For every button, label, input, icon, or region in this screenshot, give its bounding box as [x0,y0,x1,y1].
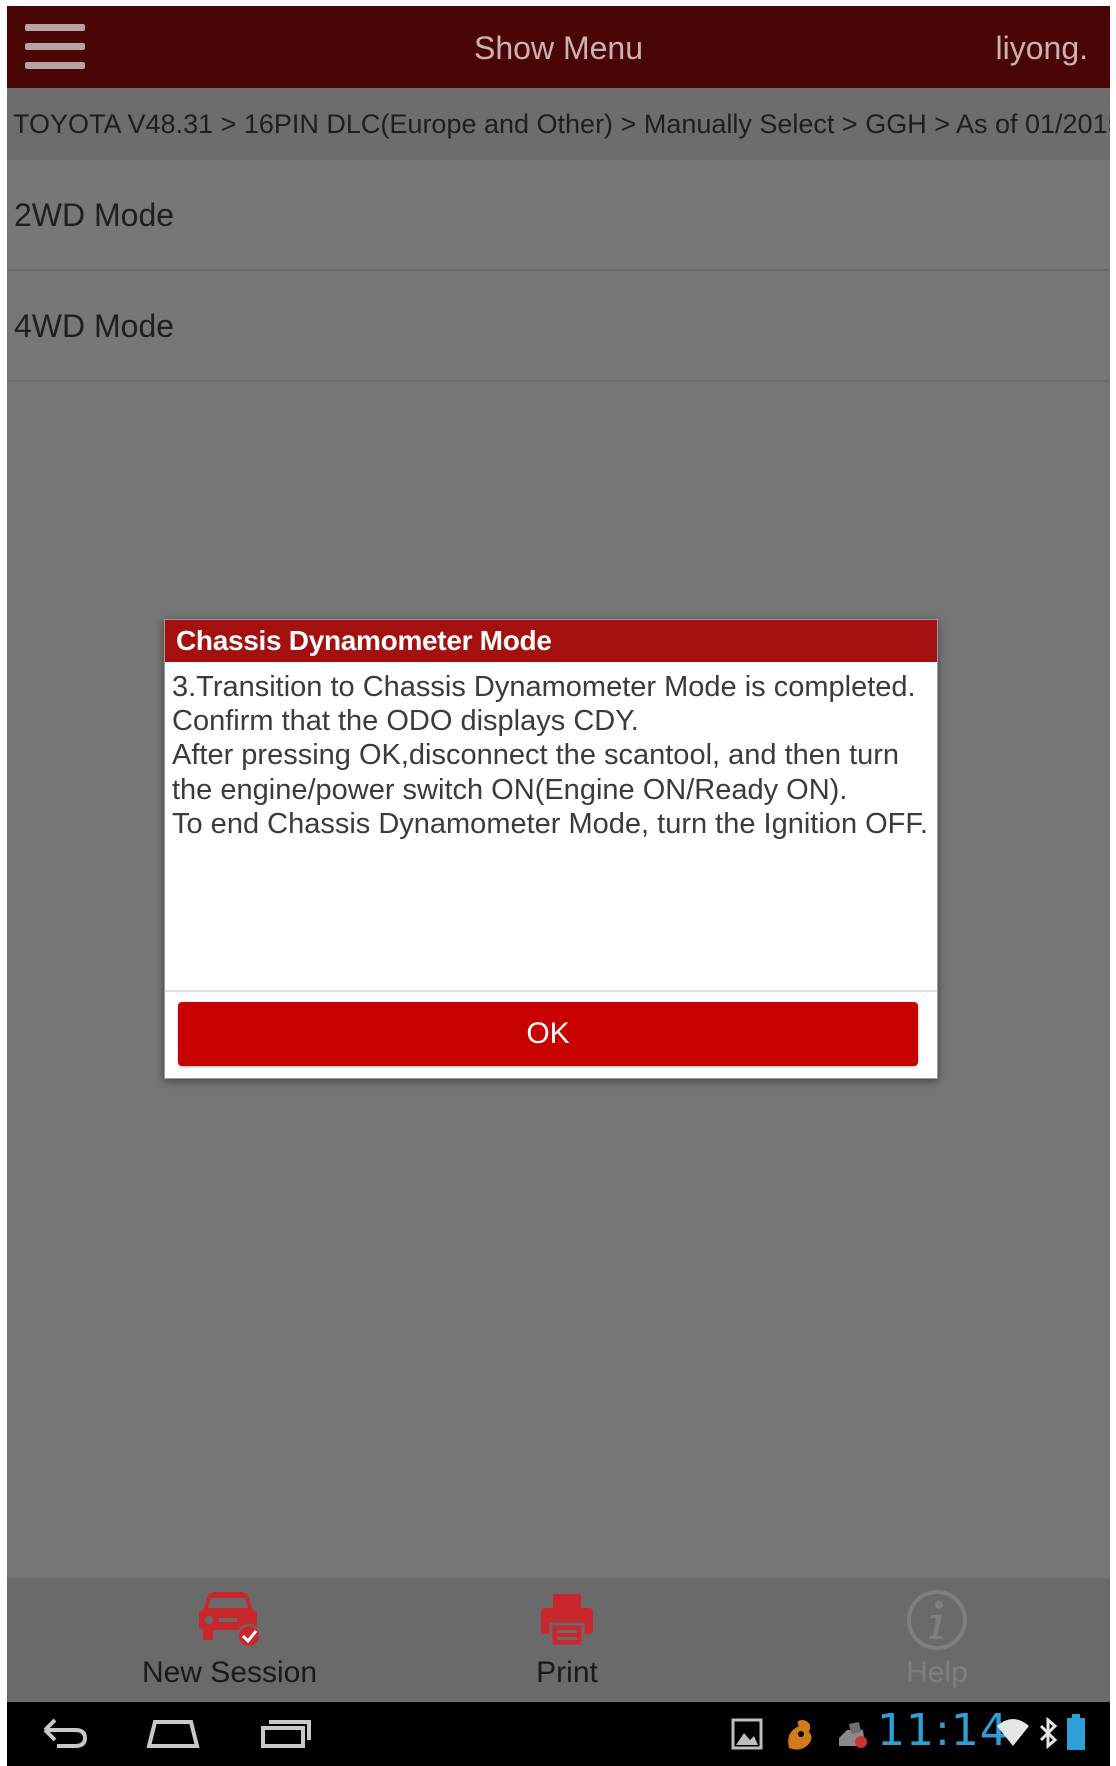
chassis-dynamometer-dialog: Chassis Dynamometer Mode 3.Transition to… [164,619,938,1079]
help-label: Help [906,1656,968,1689]
squirrel-app-icon [783,1718,817,1757]
car-icon [198,1592,261,1648]
print-label: Print [536,1656,598,1689]
info-icon [907,1590,967,1650]
dialog-message: 3.Transition to Chassis Dynamometer Mode… [165,662,937,990]
app-header: Show Menu liyong. [7,6,1110,88]
new-session-button[interactable]: New Session [107,1578,352,1702]
bluetooth-icon [1037,1716,1059,1755]
ok-button[interactable]: OK [178,1002,918,1066]
system-navigation-bar: 11:14 [7,1702,1110,1766]
dialog-message-line: Confirm that the ODO displays CDY. [172,705,639,738]
gallery-icon [731,1718,763,1755]
dialog-divider [165,990,937,992]
wifi-icon [995,1716,1031,1753]
dialog-message-line: After pressing OK,disconnect the scantoo… [172,739,900,806]
bottom-toolbar: New Session Print Help [7,1578,1110,1702]
list-item-4wd-mode[interactable]: 4WD Mode [7,272,1110,382]
new-session-label: New Session [141,1656,318,1689]
username-label: liyong. [995,30,1089,66]
printer-icon [541,1594,593,1648]
status-clock: 11:14 [877,1705,1009,1756]
dialog-message-line: To end Chassis Dynamometer Mode, turn th… [172,807,928,840]
dialog-title: Chassis Dynamometer Mode [165,620,937,662]
list-item-2wd-mode[interactable]: 2WD Mode [7,161,1110,271]
help-button[interactable]: Help [857,1578,1017,1702]
print-button[interactable]: Print [487,1578,647,1702]
back-icon[interactable] [37,1710,93,1759]
battery-icon [1065,1714,1087,1757]
tray-notification-icon [835,1718,869,1757]
show-menu-title[interactable]: Show Menu [7,30,1110,67]
recent-apps-icon[interactable] [257,1710,313,1759]
home-icon[interactable] [145,1710,201,1759]
dialog-message-line: 3.Transition to Chassis Dynamometer Mode… [172,671,916,703]
breadcrumb: TOYOTA V48.31 > 16PIN DLC(Europe and Oth… [7,88,1110,160]
